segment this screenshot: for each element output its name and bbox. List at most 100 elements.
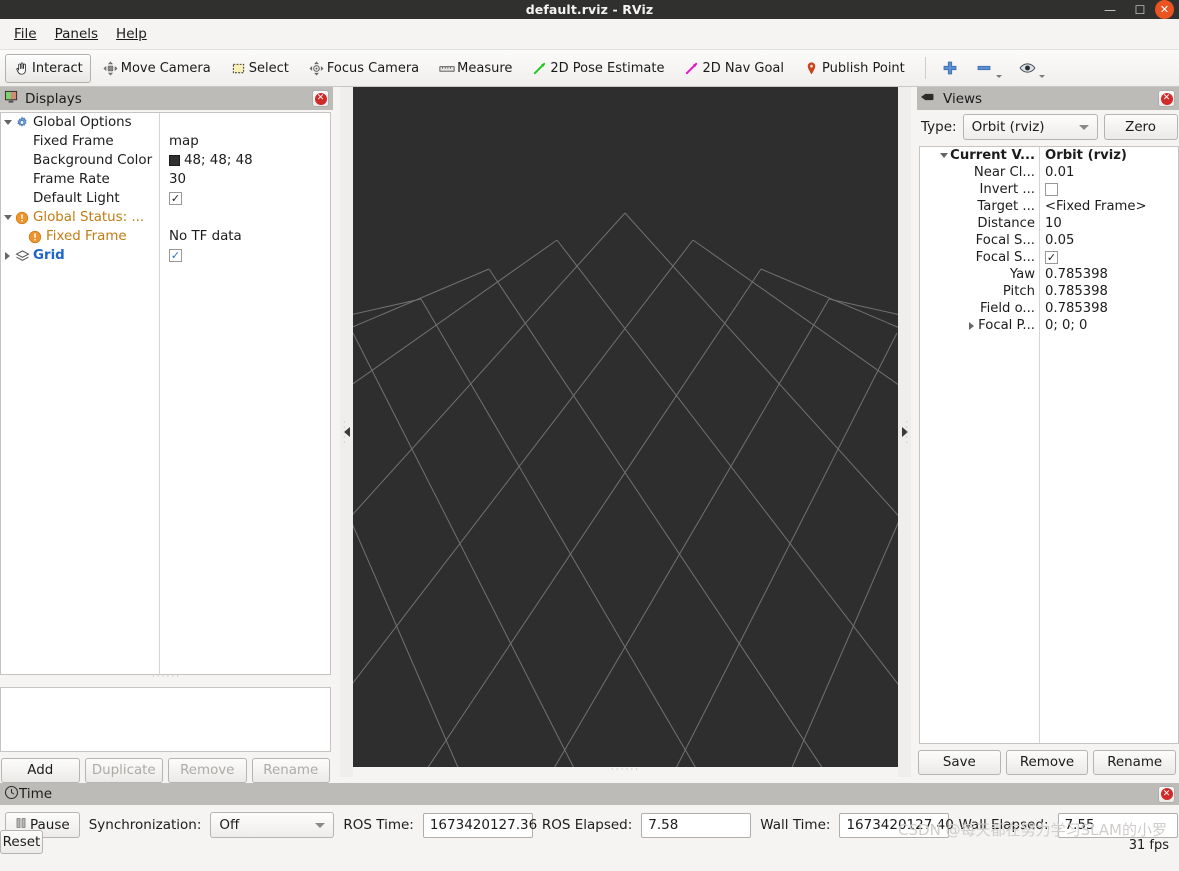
maximize-button[interactable]: ☐	[1125, 0, 1155, 19]
displays-panel-header: Displays ✕	[0, 87, 333, 110]
fps-counter: 31 fps	[1128, 838, 1169, 853]
row-value-cell: No TF data	[159, 229, 242, 244]
chevron-down-icon[interactable]	[937, 153, 950, 158]
table-row[interactable]: Invert ... ✓	[920, 181, 1178, 198]
ros-elapsed-field[interactable]: 7.58	[641, 812, 752, 838]
tool-move-camera-button[interactable]: Move Camera	[94, 54, 219, 83]
view-type-value: Orbit (rviz)	[971, 119, 1045, 135]
row-name-cell: Invert ...	[920, 182, 1039, 197]
visibility-button[interactable]	[1012, 54, 1052, 83]
table-row[interactable]: Global Status: ...	[1, 208, 330, 227]
tool-2d-pose-estimate-button[interactable]: 2D Pose Estimate	[523, 54, 672, 83]
tool-interact-button[interactable]: Interact	[5, 53, 91, 83]
table-row[interactable]: Focal P... 0; 0; 0	[920, 317, 1178, 334]
chevron-right-icon[interactable]	[965, 321, 978, 330]
render-view-3d[interactable]	[353, 87, 898, 767]
row-value-cell: ✓	[1039, 250, 1058, 265]
warning-icon	[14, 211, 30, 225]
view-type-select[interactable]: Orbit (rviz)	[962, 114, 1098, 140]
wall-elapsed-field[interactable]: 7.55	[1057, 812, 1178, 838]
reset-button[interactable]: Reset	[0, 830, 43, 854]
row-name-cell: Background Color	[1, 153, 159, 168]
right-splitter-handle[interactable]: · · · · ·	[898, 87, 911, 777]
remove-tool-button[interactable]	[969, 54, 1009, 83]
add-tool-button[interactable]	[935, 54, 966, 83]
gear-icon	[14, 115, 30, 130]
table-row[interactable]: Yaw 0.785398	[920, 266, 1178, 283]
row-value: <Fixed Frame>	[1045, 199, 1147, 214]
close-icon[interactable]: ✕	[1155, 0, 1174, 19]
table-row[interactable]: Distance 10	[920, 215, 1178, 232]
table-row[interactable]: Fixed Frame No TF data	[1, 227, 330, 246]
left-splitter-handle[interactable]: · · · · ·	[340, 87, 353, 777]
table-row[interactable]: Frame Rate 30	[1, 170, 330, 189]
chevron-down-icon[interactable]	[995, 74, 1002, 78]
focal-shape-fixed-size-checkbox[interactable]: ✓	[1045, 251, 1058, 264]
remove-view-button[interactable]: Remove	[1005, 750, 1089, 775]
ros-time-field[interactable]: 1673420127.36	[422, 812, 537, 838]
synchronization-value: Off	[219, 817, 240, 833]
table-row[interactable]: Fixed Frame map	[1, 132, 330, 151]
tool-focus-camera-button[interactable]: Focus Camera	[300, 54, 427, 83]
table-row[interactable]: Target ... <Fixed Frame>	[920, 198, 1178, 215]
row-value-cell[interactable]: 30	[159, 172, 186, 187]
minimize-button[interactable]: —	[1095, 0, 1125, 19]
tool-select-button[interactable]: Select	[222, 54, 297, 83]
title-bar: default.rviz - RViz — ☐ ✕	[0, 0, 1179, 19]
row-label: Pitch	[1002, 284, 1035, 299]
remove-button[interactable]: Remove	[168, 758, 247, 783]
chevron-right-icon[interactable]	[1, 251, 14, 260]
menu-item-help[interactable]: Help	[107, 23, 156, 45]
displays-tree[interactable]: Global Options Fixed Frame map Backgroun…	[0, 112, 331, 675]
table-row[interactable]: Global Options	[1, 113, 330, 132]
table-row[interactable]: Grid ✓	[1, 246, 330, 265]
monitor-icon	[4, 90, 19, 108]
row-label: Near Cl...	[973, 165, 1035, 180]
displays-splitter-grip[interactable]: ······	[0, 673, 333, 682]
row-value-cell[interactable]: map	[159, 134, 199, 149]
duplicate-button[interactable]: Duplicate	[84, 758, 163, 783]
tool-2d-nav-goal-button[interactable]: 2D Nav Goal	[675, 54, 792, 83]
default-light-checkbox[interactable]: ✓	[169, 192, 182, 205]
table-row[interactable]: Focal S... ✓	[920, 249, 1178, 266]
table-row[interactable]: Current V... Orbit (rviz)	[920, 147, 1178, 164]
row-label: Target ...	[977, 199, 1035, 214]
chevron-down-icon[interactable]	[1, 120, 14, 125]
table-row[interactable]: Default Light ✓	[1, 189, 330, 208]
rename-button[interactable]: Rename	[251, 758, 330, 783]
tool-publish-point-button[interactable]: Publish Point	[795, 54, 913, 83]
row-name-cell: Global Status: ...	[1, 210, 159, 225]
table-row[interactable]: Pitch 0.785398	[920, 283, 1178, 300]
wall-time-field[interactable]: 1673420127.40	[839, 812, 954, 838]
views-close-button[interactable]: ✕	[1158, 90, 1175, 107]
menu-item-panels[interactable]: Panels	[46, 23, 107, 45]
zero-button[interactable]: Zero	[1103, 114, 1178, 140]
save-button[interactable]: Save	[918, 750, 1001, 775]
grid-enabled-checkbox[interactable]: ✓	[169, 249, 182, 262]
displays-button-row: Add Duplicate Remove Rename	[0, 752, 333, 783]
views-button-row: Save Remove Rename	[917, 744, 1179, 775]
table-row[interactable]: Field o... 0.785398	[920, 300, 1178, 317]
menu-item-file[interactable]: File	[5, 23, 46, 45]
synchronization-select[interactable]: Off	[210, 812, 335, 838]
rename-view-button[interactable]: Rename	[1093, 750, 1177, 775]
table-row[interactable]: Background Color 48; 48; 48	[1, 151, 330, 170]
views-tree[interactable]: Current V... Orbit (rviz) Near Cl... 0.0…	[919, 146, 1179, 744]
displays-close-button[interactable]: ✕	[312, 90, 329, 107]
row-name-cell: Current V...	[920, 148, 1039, 163]
tool-measure-button[interactable]: Measure	[430, 54, 520, 83]
window-title: default.rviz - RViz	[525, 2, 654, 17]
chevron-down-icon[interactable]	[1038, 74, 1045, 78]
row-label: Global Status: ...	[33, 210, 145, 225]
add-button[interactable]: Add	[1, 758, 80, 783]
tool-measure-label: Measure	[457, 60, 513, 76]
time-close-button[interactable]: ✕	[1158, 785, 1175, 803]
rviz-window: default.rviz - RViz — ☐ ✕ File Panels He…	[0, 0, 1179, 871]
row-value-cell[interactable]: 48; 48; 48	[159, 153, 253, 168]
chevron-down-icon[interactable]	[1, 215, 14, 220]
table-row[interactable]: Focal S... 0.05	[920, 232, 1178, 249]
viewport-splitter-grip[interactable]: ······	[353, 766, 898, 775]
invert-z-axis-checkbox[interactable]: ✓	[1045, 183, 1058, 196]
table-row[interactable]: Near Cl... 0.01	[920, 164, 1178, 181]
row-name-cell: Focal P...	[920, 318, 1039, 333]
